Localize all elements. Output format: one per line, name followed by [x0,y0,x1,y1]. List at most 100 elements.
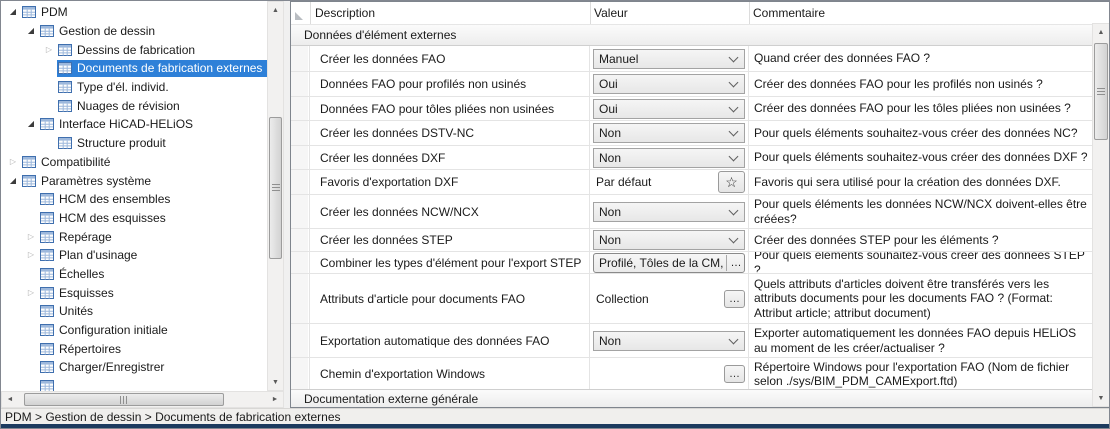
grid-vscroll-thumb[interactable] [1094,43,1108,140]
tree-item[interactable]: ▷ Compatibilité [1,153,267,172]
section-header-top[interactable]: Données d'élément externes [291,24,1094,46]
row-indicator[interactable] [291,72,310,96]
tree-item[interactable]: Nuages de révision [1,96,267,115]
table-grid-icon [40,305,54,317]
tree-expander-icon[interactable]: ▷ [5,157,21,167]
row-description: Créer les données STEP [310,229,590,251]
tree-item[interactable]: Documents de fabrication externes [1,59,267,78]
table-grid-icon [58,44,72,56]
tree-item[interactable]: Structure produit [1,134,267,153]
favorite-button[interactable]: ☆ [718,171,745,193]
scroll-down-icon[interactable]: ▼ [1093,390,1109,406]
row-indicator[interactable] [291,97,310,120]
row-indicator[interactable] [291,146,310,169]
row-comment: Créer des données STEP pour les éléments… [749,229,1094,251]
scroll-up-icon[interactable]: ▲ [1093,24,1109,40]
row-description: Combiner les types d'élément pour l'expo… [310,252,590,273]
row-indicator[interactable] [291,274,310,323]
row-indicator[interactable] [291,195,310,228]
tree-item[interactable]: ▷ Esquisses [1,283,267,302]
tree-hscroll-thumb[interactable] [24,393,224,406]
tree-expander-icon[interactable]: ▷ [23,232,39,242]
scroll-grip-icon [120,396,128,404]
tree-item-label: Échelles [59,267,106,281]
tree-expander-icon[interactable]: ▷ [41,45,57,55]
row-indicator[interactable] [291,46,310,71]
value-dropdown[interactable]: Non [593,148,745,168]
scroll-down-icon[interactable]: ▼ [268,374,283,390]
row-indicator[interactable] [291,170,310,194]
browse-button[interactable]: … [724,365,745,383]
tree-item[interactable]: HCM des ensembles [1,190,267,209]
row-indicator[interactable] [291,229,310,251]
row-comment: Créer des données FAO pour les tôles pli… [749,97,1094,120]
row-indicator[interactable] [291,324,310,357]
tree-item[interactable]: Échelles [1,265,267,284]
value-dropdown[interactable]: Non [593,202,745,222]
row-comment: Créer des données FAO pour les profilés … [749,72,1094,96]
row-description: Créer les données NCW/NCX [310,195,590,228]
bottom-accent-bar [1,424,1110,429]
value-dropdown[interactable]: Non [593,123,745,143]
browse-button[interactable]: … [724,290,745,308]
tree-expander-icon[interactable]: ▷ [23,250,39,260]
value-dropdown[interactable]: Non [593,331,745,351]
value-dropdown[interactable]: Oui [593,74,745,94]
table-row: Attributs d'article pour documents FAO C… [291,274,1094,324]
tree-item[interactable]: ◢ PDM [1,3,267,22]
picker-value: Profilé, Tôles de la CM, T [599,256,725,270]
tree-item[interactable]: ◢ Gestion de dessin [1,22,267,41]
value-dropdown[interactable]: Oui [593,99,745,119]
value-dropdown[interactable]: Non [593,230,745,250]
tree-item[interactable]: ▷ Dessins de fabrication [1,40,267,59]
row-comment: Pour quels éléments souhaitez-vous créer… [749,121,1094,145]
tree-item[interactable]: Répertoires [1,339,267,358]
table-row: Créer les données STEP Non Créer des don… [291,229,1094,252]
scroll-up-icon[interactable]: ▲ [268,2,283,18]
scroll-left-icon[interactable]: ◄ [2,392,18,407]
tree-item[interactable]: Type d'él. individ. [1,78,267,97]
tree-item[interactable]: Configuration initiale [1,321,267,340]
row-value-cell: Oui [590,72,749,96]
tree-item-label: Structure produit [77,136,168,150]
tree-item[interactable]: Unités [1,302,267,321]
tree-item[interactable]: ▷ Repérage [1,227,267,246]
row-value-cell: Par défaut☆ [590,170,749,194]
tree-item[interactable]: ◢ Paramètres système [1,171,267,190]
table-grid-icon [40,361,54,373]
row-value-cell: Non [590,324,749,357]
tree-expander-icon[interactable]: ▷ [23,288,39,298]
row-comment: Quels attributs d'articles doivent être … [749,274,1094,323]
tree-item[interactable]: ◢ Interface HiCAD-HELiOS [1,115,267,134]
table-row: Exportation automatique des données FAO … [291,324,1094,358]
dropdown-value: Non [599,334,726,348]
row-value-cell: Oui [590,97,749,120]
table-grid-icon [40,380,54,391]
tree-expander-icon[interactable]: ◢ [23,119,39,129]
tree-item[interactable]: ▷ Plan d'usinage [1,246,267,265]
column-header-description[interactable]: Description [311,2,591,24]
column-header-valeur[interactable]: Valeur [591,2,750,24]
grid-corner-cell[interactable] [291,2,311,24]
tree-item[interactable] [1,377,267,391]
column-header-commentaire[interactable]: Commentaire [750,2,1095,24]
tree-item[interactable]: HCM des esquisses [1,209,267,228]
tree-item[interactable]: Charger/Enregistrer [1,358,267,377]
tree-vertical-scrollbar[interactable]: ▲ ▼ [267,1,284,391]
dropdown-value: Manuel [599,52,726,66]
section-header-bottom[interactable]: Documentation externe générale [291,389,1094,407]
chevron-down-icon [729,78,739,88]
value-picker-button[interactable]: Profilé, Tôles de la CM, T… [593,253,745,273]
tree-expander-icon[interactable]: ◢ [5,176,21,186]
row-indicator[interactable] [291,121,310,145]
table-row: Chemin d'exportation Windows … Répertoir… [291,358,1094,391]
row-indicator[interactable] [291,358,310,390]
row-indicator[interactable] [291,252,310,273]
tree-expander-icon[interactable]: ◢ [5,7,21,17]
scroll-right-icon[interactable]: ► [267,392,283,407]
value-dropdown[interactable]: Manuel [593,49,745,69]
tree-horizontal-scrollbar[interactable]: ◄ ► [1,391,284,408]
tree-vscroll-thumb[interactable] [269,117,282,259]
grid-vertical-scrollbar[interactable]: ▲ ▼ [1092,23,1110,407]
tree-expander-icon[interactable]: ◢ [23,26,39,36]
